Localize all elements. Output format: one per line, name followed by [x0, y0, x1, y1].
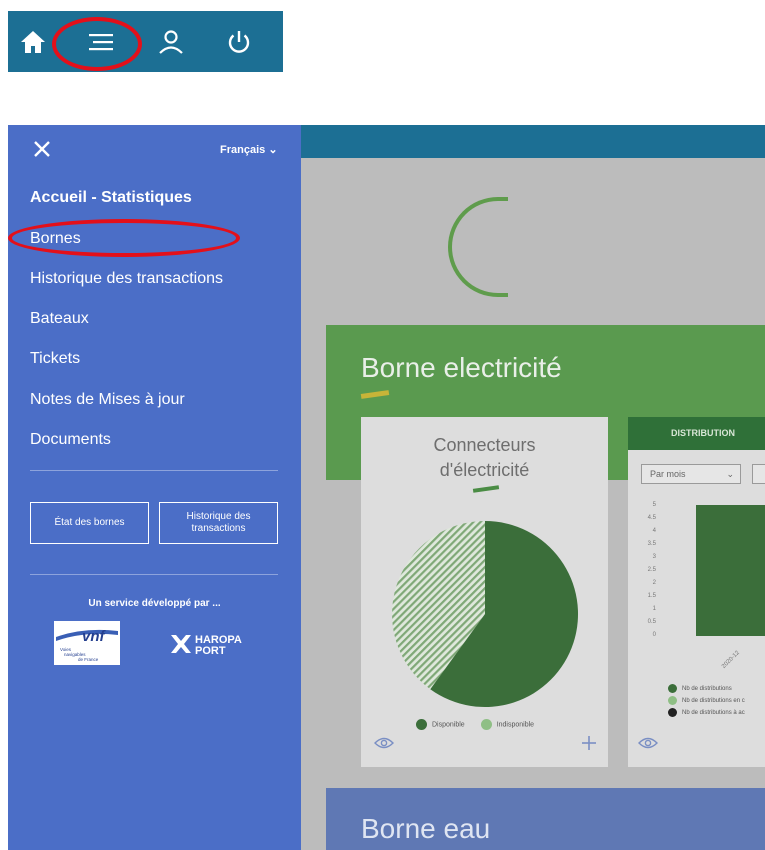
- vnf-logo: vnf Voies navigables de France: [54, 621, 120, 665]
- distribution-card-title: DISTRIBUTION: [628, 417, 765, 450]
- distribution-legend: Nb de distributions Nb de distributions …: [668, 683, 745, 719]
- svg-text:vnf: vnf: [82, 628, 107, 645]
- haropa-port-logo: HAROPA PORT: [170, 632, 258, 657]
- eye-icon[interactable]: [638, 736, 658, 755]
- y-tick-label: 1: [652, 606, 656, 612]
- period-select-value: Par mois: [650, 469, 686, 479]
- y-tick-label: 5: [652, 502, 656, 508]
- legend-unavailable: Indisponible: [496, 721, 535, 729]
- sidebar-item-bateaux[interactable]: Bateaux: [30, 310, 89, 328]
- y-tick-label: 3: [652, 554, 656, 560]
- y-tick-label: 0: [652, 632, 656, 638]
- connectors-pie-chart: [392, 521, 579, 707]
- menu-icon[interactable]: [84, 25, 118, 59]
- y-tick-label: 4: [652, 528, 656, 534]
- connectors-title-line1: Connecteurs: [433, 435, 536, 455]
- sidebar-drawer: Français ⌄ Accueil - Statistiques Bornes…: [8, 125, 301, 850]
- y-tick-label: 2: [652, 580, 656, 586]
- legend-distributions-in-progress: Nb de distributions en c: [682, 698, 745, 704]
- water-section-title: Borne eau: [361, 813, 491, 844]
- sidebar-item-notes[interactable]: Notes de Mises à jour: [30, 391, 185, 409]
- power-icon[interactable]: [222, 25, 256, 59]
- distribution-x-tick: 2020-12: [721, 650, 741, 670]
- close-icon[interactable]: [32, 139, 52, 159]
- distribution-bar: [696, 505, 765, 636]
- chevron-down-icon: ⌄: [268, 144, 278, 156]
- y-tick-label: 0.5: [647, 619, 656, 625]
- legend-distributions: Nb de distributions: [682, 686, 732, 692]
- connectors-card: Connecteurs d'électricité Disponible Ind…: [361, 417, 608, 767]
- distribution-card: DISTRIBUTION Par mois ⌄ 5 4.5 4 3.5 3 2.5 2 1.5…: [628, 417, 765, 767]
- svg-text:PORT: PORT: [195, 645, 226, 656]
- service-credit: Un service développé par ...: [88, 598, 221, 609]
- divider: [30, 470, 278, 471]
- sidebar-item-bornes[interactable]: Bornes: [30, 230, 81, 248]
- legend-available: Disponible: [432, 721, 465, 729]
- legend-distributions-pending: Nb de distributions à ac: [682, 710, 745, 716]
- language-label: Français: [220, 144, 266, 156]
- user-icon[interactable]: [154, 25, 188, 59]
- app-screenshot: Borne electricité Connecteurs d'électric…: [8, 125, 765, 850]
- y-tick-label: 3.5: [647, 541, 656, 547]
- card-title-underline: [472, 485, 500, 493]
- y-tick-label: 2.5: [647, 567, 656, 573]
- connectors-card-title: Connecteurs d'électricité: [361, 433, 608, 483]
- electricity-section-title: Borne electricité: [361, 352, 562, 383]
- sidebar-item-accueil-statistiques[interactable]: Accueil - Statistiques: [30, 189, 192, 207]
- svg-text:de France: de France: [78, 657, 99, 662]
- app-header-bar: [301, 125, 765, 158]
- secondary-select[interactable]: [752, 464, 765, 484]
- connectors-title-line2: d'électricité: [439, 460, 530, 480]
- chevron-down-icon: ⌄: [726, 469, 734, 479]
- period-select[interactable]: Par mois ⌄: [641, 464, 741, 484]
- language-selector[interactable]: Français ⌄: [220, 143, 278, 156]
- sidebar-item-documents[interactable]: Documents: [30, 431, 111, 449]
- sidebar-item-historique[interactable]: Historique des transactions: [30, 270, 223, 288]
- y-tick-label: 1.5: [647, 593, 656, 599]
- home-icon[interactable]: [16, 25, 50, 59]
- pie-legend: Disponible Indisponible: [416, 719, 534, 730]
- top-nav-bar: [8, 11, 283, 72]
- y-tick-label: 4.5: [647, 515, 656, 521]
- plus-icon[interactable]: [581, 735, 597, 756]
- historique-transactions-button[interactable]: Historique des transactions: [159, 502, 278, 544]
- sidebar-item-tickets[interactable]: Tickets: [30, 350, 80, 368]
- divider: [30, 574, 278, 575]
- etat-des-bornes-button[interactable]: État des bornes: [30, 502, 149, 544]
- eye-icon[interactable]: [374, 736, 394, 755]
